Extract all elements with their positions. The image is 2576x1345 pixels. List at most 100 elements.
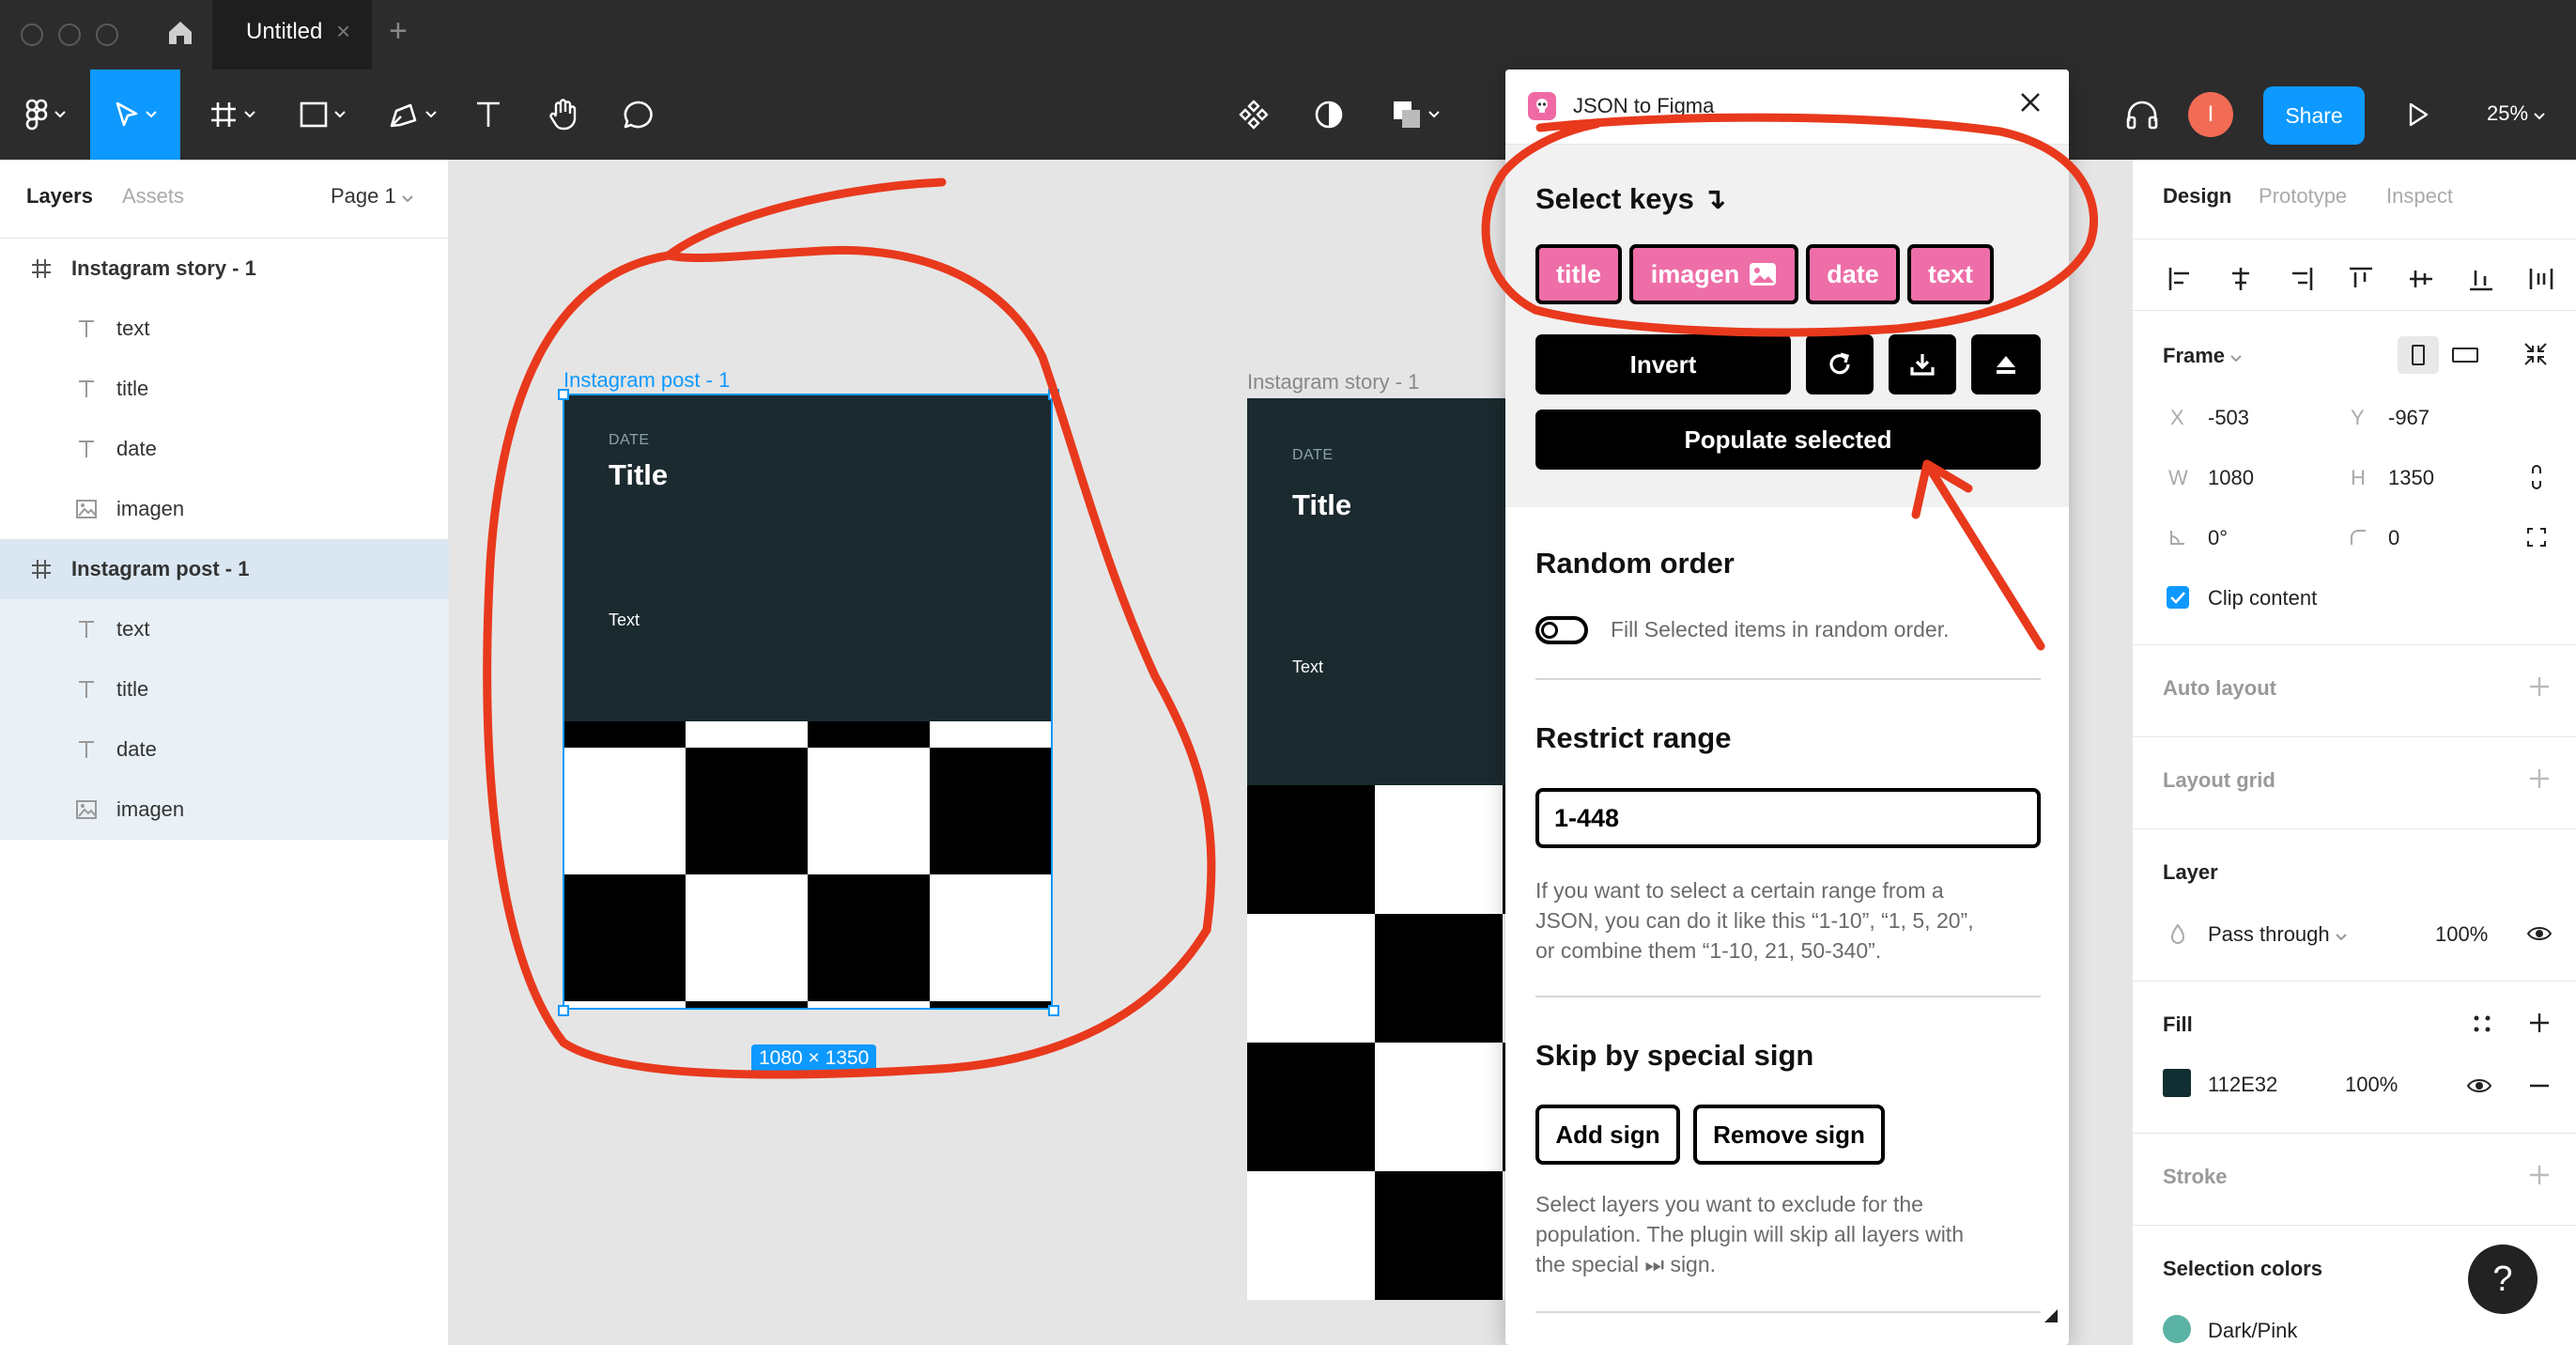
comment-tool-button[interactable] [612, 70, 665, 160]
random-order-toggle[interactable] [1535, 616, 1588, 644]
selection-color-name[interactable]: Dark/Pink [2208, 1319, 2297, 1343]
eye-icon[interactable] [2465, 1074, 2493, 1097]
invert-button[interactable]: Invert [1535, 334, 1791, 394]
key-chip-imagen[interactable]: imagen [1629, 244, 1798, 304]
eject-button[interactable] [1971, 334, 2041, 394]
layer-row[interactable]: imagen [0, 780, 449, 840]
layer-opacity-input[interactable]: 100% [2435, 922, 2488, 947]
portrait-button[interactable] [2398, 336, 2439, 374]
close-window-button[interactable] [21, 23, 43, 46]
layer-row[interactable]: text [0, 599, 449, 659]
layer-row[interactable]: title [0, 359, 449, 419]
radius-input[interactable]: 0 [2388, 526, 2399, 550]
fill-opacity-input[interactable]: 100% [2345, 1073, 2398, 1097]
minimize-window-button[interactable] [58, 23, 81, 46]
main-menu-button[interactable] [15, 70, 75, 160]
present-button[interactable] [2395, 70, 2442, 160]
independent-corners-icon[interactable] [2525, 526, 2548, 549]
story-title[interactable]: Title [1292, 488, 1351, 522]
align-right-icon[interactable] [2287, 265, 2315, 293]
share-button[interactable]: Share [2263, 86, 2365, 145]
zoom-level[interactable]: 25% [2487, 101, 2545, 126]
frame-tool-button[interactable] [199, 70, 265, 160]
resize-corner-icon[interactable] [2043, 1307, 2059, 1324]
align-bottom-icon[interactable] [2467, 265, 2495, 293]
resize-handle[interactable] [558, 1005, 569, 1016]
story-date[interactable]: DATE [1292, 447, 1333, 464]
download-button[interactable] [1889, 334, 1956, 394]
layer-frame-row[interactable]: Instagram post - 1 [0, 539, 449, 599]
mask-button[interactable] [1305, 70, 1352, 160]
remove-sign-button[interactable]: Remove sign [1693, 1105, 1885, 1165]
page-selector[interactable]: Page 1 [331, 184, 413, 209]
selection-color-swatch[interactable] [2163, 1315, 2191, 1343]
align-top-icon[interactable] [2347, 265, 2375, 293]
maximize-window-button[interactable] [96, 23, 118, 46]
distribute-icon[interactable] [2527, 265, 2555, 293]
components-button[interactable] [1230, 70, 1277, 160]
layer-row[interactable]: imagen [0, 479, 449, 539]
home-icon[interactable] [165, 18, 195, 50]
add-stroke-icon[interactable] [2527, 1163, 2552, 1187]
text-tool-button[interactable] [466, 70, 511, 160]
layer-row[interactable]: date [0, 419, 449, 479]
layer-frame-row[interactable]: Instagram story - 1 [0, 239, 449, 299]
file-tab-title[interactable]: Untitled [246, 19, 322, 45]
tab-inspect[interactable]: Inspect [2386, 184, 2453, 209]
layer-row[interactable]: text [0, 299, 449, 359]
resize-handle[interactable] [1048, 389, 1059, 400]
fill-hex-input[interactable]: 112E32 [2208, 1073, 2277, 1097]
move-tool-button[interactable] [90, 70, 180, 160]
layer-row[interactable]: title [0, 659, 449, 719]
populate-selected-button[interactable]: Populate selected [1535, 410, 2041, 470]
resize-to-fit-icon[interactable] [2522, 340, 2550, 368]
y-input[interactable]: -967 [2388, 406, 2429, 430]
tab-layers[interactable]: Layers [26, 184, 93, 209]
constrain-proportions-icon[interactable] [2527, 462, 2546, 492]
clip-content-checkbox[interactable] [2167, 586, 2189, 609]
blend-mode-select[interactable]: Pass through [2208, 922, 2347, 947]
hand-tool-button[interactable] [537, 70, 590, 160]
tab-assets[interactable]: Assets [122, 184, 184, 209]
user-avatar[interactable]: I [2188, 92, 2233, 137]
frame-label-post[interactable]: Instagram post - 1 [563, 368, 730, 393]
add-layout-grid-icon[interactable] [2527, 766, 2552, 791]
key-chip-title[interactable]: title [1535, 244, 1622, 304]
x-input[interactable]: -503 [2208, 406, 2249, 430]
help-button[interactable]: ? [2468, 1245, 2537, 1314]
eye-icon[interactable] [2525, 922, 2553, 945]
align-left-icon[interactable] [2167, 265, 2195, 293]
key-chip-date[interactable]: date [1806, 244, 1900, 304]
width-input[interactable]: 1080 [2208, 466, 2254, 490]
frame-label-story[interactable]: Instagram story - 1 [1247, 370, 1419, 394]
add-fill-icon[interactable] [2527, 1011, 2552, 1035]
landscape-icon[interactable] [2450, 346, 2480, 364]
close-tab-icon[interactable]: × [336, 17, 350, 46]
resize-handle[interactable] [1048, 1005, 1059, 1016]
layer-row[interactable]: date [0, 719, 449, 780]
story-text[interactable]: Text [1292, 657, 1323, 677]
rotation-input[interactable]: 0° [2208, 526, 2228, 550]
align-center-h-icon[interactable] [2227, 265, 2255, 293]
audio-button[interactable] [2119, 70, 2166, 160]
clip-content-label[interactable]: Clip content [2208, 586, 2317, 611]
reload-button[interactable] [1806, 334, 1874, 394]
height-input[interactable]: 1350 [2388, 466, 2434, 490]
close-icon[interactable] [2016, 88, 2044, 121]
align-center-v-icon[interactable] [2407, 265, 2435, 293]
add-auto-layout-icon[interactable] [2527, 674, 2552, 699]
tab-design[interactable]: Design [2163, 184, 2231, 209]
shape-tool-button[interactable] [289, 70, 355, 160]
tab-prototype[interactable]: Prototype [2259, 184, 2347, 209]
key-chip-text[interactable]: text [1907, 244, 1994, 304]
fill-color-swatch[interactable] [2163, 1069, 2191, 1097]
style-grid-icon[interactable] [2471, 1013, 2493, 1035]
boolean-button[interactable] [1382, 70, 1448, 160]
new-tab-icon[interactable]: + [389, 13, 408, 50]
add-sign-button[interactable]: Add sign [1535, 1105, 1680, 1165]
pen-tool-button[interactable] [379, 70, 445, 160]
resize-handle[interactable] [558, 389, 569, 400]
frame-section-label[interactable]: Frame [2163, 344, 2242, 368]
range-input[interactable]: 1-448 [1535, 788, 2041, 848]
remove-fill-icon[interactable] [2527, 1074, 2552, 1097]
